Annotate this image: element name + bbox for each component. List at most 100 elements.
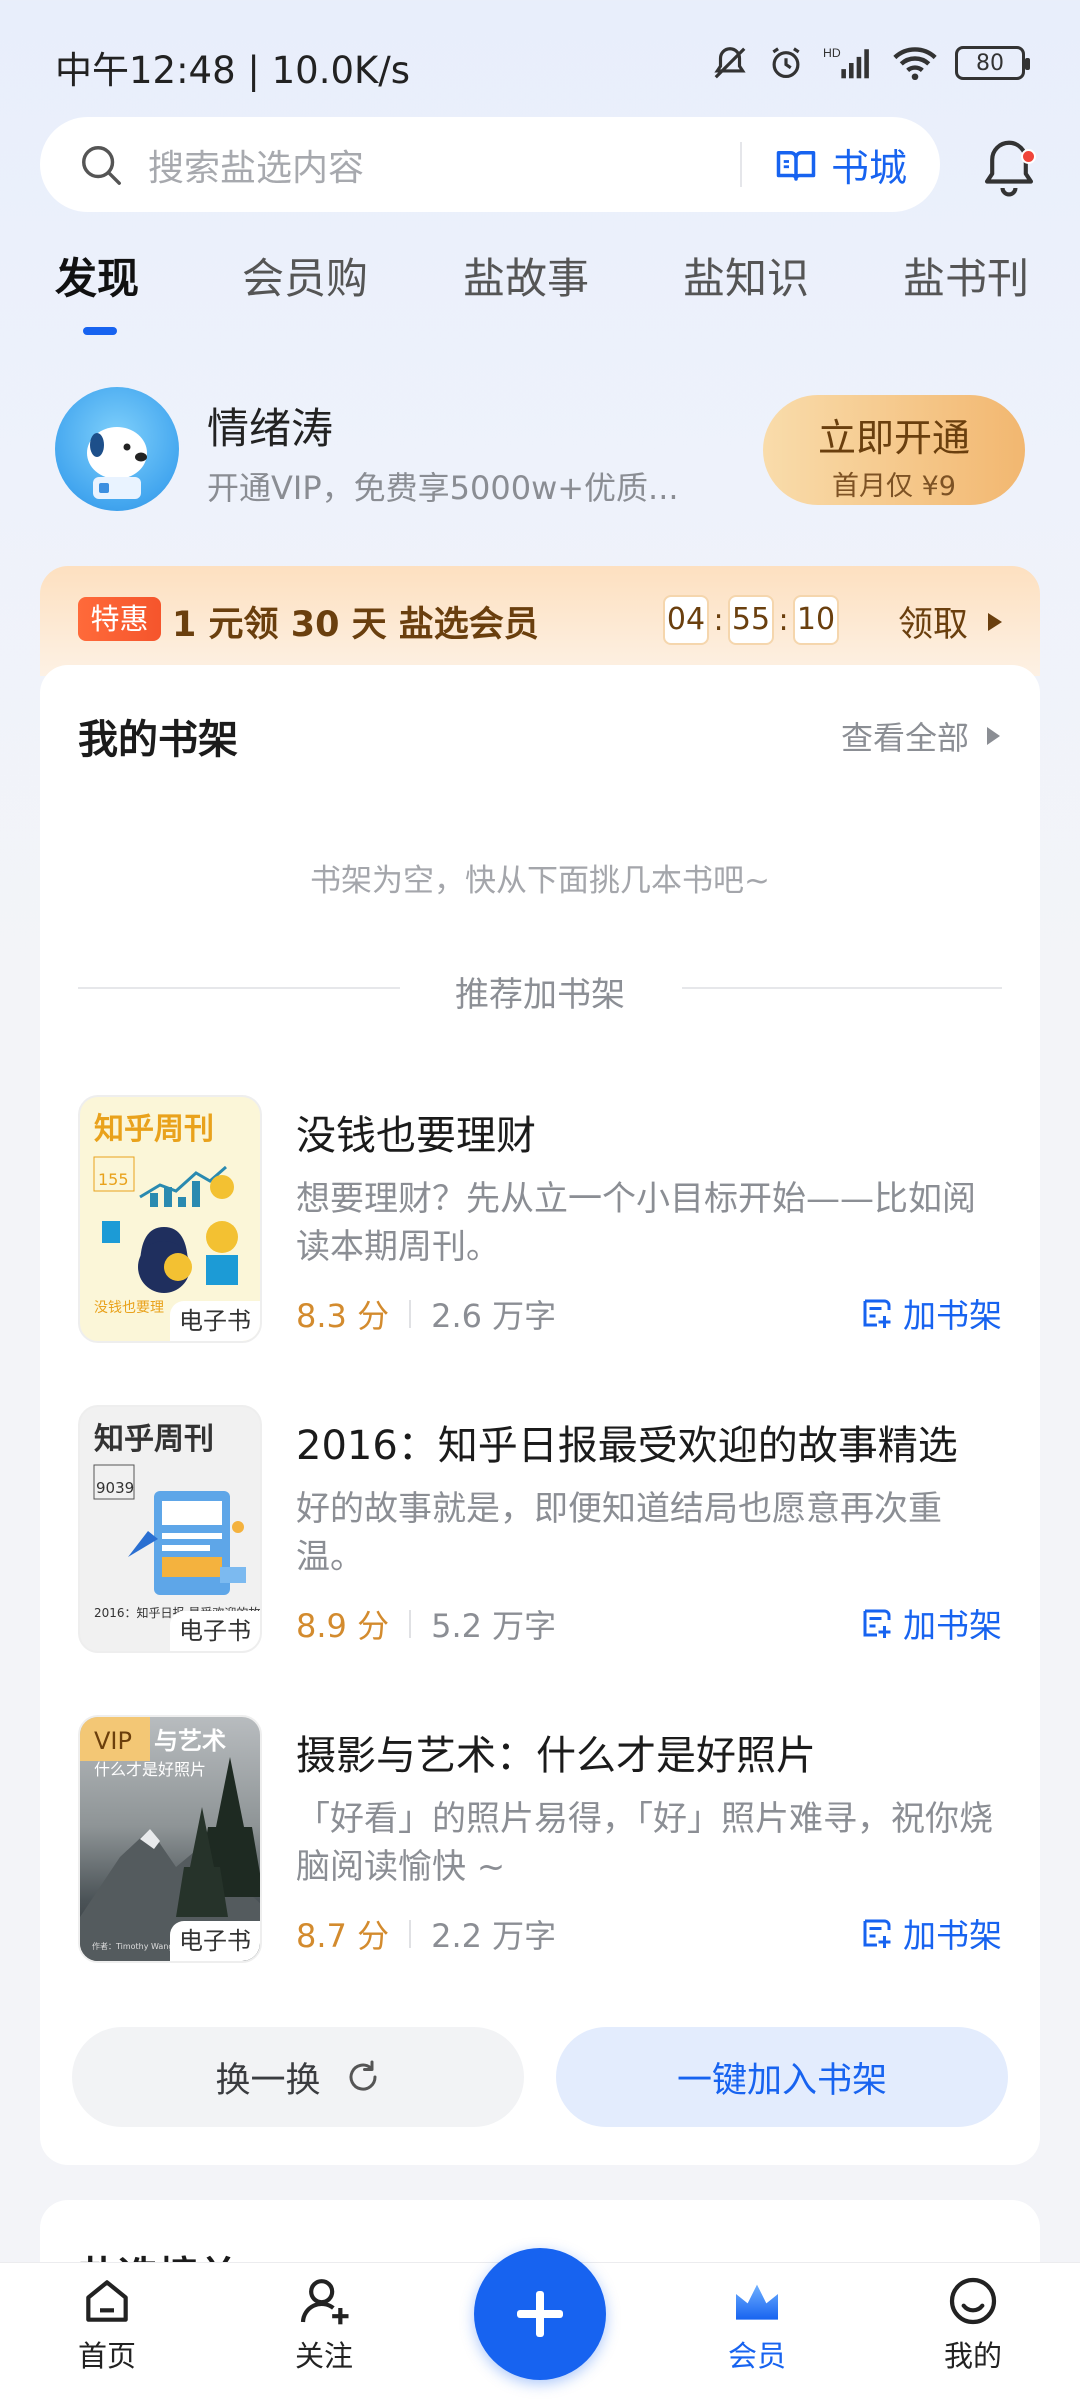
book-item[interactable]: 知乎周刊 155 没钱也要理 电子书 没钱也要理财 想要理财？先从立一个小目标开… [78,1095,1002,1345]
mascot-avatar-icon [87,427,147,499]
tab-periodicals[interactable]: 盐书刊 [903,245,1029,306]
cover-number: 9039 [96,1479,134,1497]
promo-tag: 特惠 [78,597,161,641]
cover-title: 与艺术 [154,1727,226,1755]
book-word-count: 2.2 万字 [431,1917,557,1955]
add-shelf-icon [863,1609,891,1638]
nav-home[interactable]: 首页 [37,2273,177,2375]
play-arrow-icon [988,612,1002,631]
book-title[interactable]: 2016：知乎日报最受欢迎的故事精选 [296,1413,958,1471]
tab-knowledge[interactable]: 盐知识 [683,245,809,306]
cover-title: 知乎周刊 [94,1422,214,1457]
tab-vip-shop[interactable]: 会员购 [242,245,368,306]
vip-promo: 情绪涛 开通VIP，免费享5000w+优质... 立即开通 首月仅 ¥9 [55,385,1025,515]
nav-me[interactable]: 我的 [903,2273,1043,2375]
book-description: 「好看」的照片易得，「好」照片难寻，祝你烧脑阅读愉快 ~ [296,1799,993,1887]
add-all-button[interactable]: 一键加入书架 [556,2027,1008,2127]
profile-face-icon [949,2277,997,2325]
promo-text: 1 元领 30 天 盐选会员 [172,605,539,645]
arrow-right-icon [987,727,1000,745]
follow-user-icon [300,2279,349,2325]
nav-follow[interactable]: 关注 [254,2273,394,2375]
refresh-button[interactable]: 换一换 [72,2027,524,2127]
nav-vip-label: 会员 [727,2339,786,2373]
open-vip-button[interactable]: 立即开通 首月仅 ¥9 [763,395,1025,505]
search-icon [82,145,121,185]
book-title[interactable]: 没钱也要理财 [296,1103,536,1161]
recommend-divider: 推荐加书架 [78,967,1002,1015]
status-time: 中午12:48 | 10.0K/s [55,49,411,92]
add-shelf-icon [863,1919,891,1948]
add-to-shelf-button[interactable]: 加书架 [859,1599,1002,1647]
book-cover[interactable]: 知乎周刊 9039 2016：知乎日报 最受欢迎的故 电子书 [78,1405,262,1653]
refresh-label: 换一换 [215,2060,321,2101]
create-plus-button[interactable] [474,2248,606,2380]
book-score: 8.9 分 [296,1607,390,1645]
open-vip-price: 首月仅 ¥9 [832,471,956,502]
nav-home-label: 首页 [77,2339,136,2373]
book-cover[interactable]: 知乎周刊 155 没钱也要理 电子书 [78,1095,262,1343]
vip-description: 开通VIP，免费享5000w+优质... [207,469,679,507]
nav-vip[interactable]: 会员 [687,2273,827,2375]
book-score: 8.7 分 [296,1917,390,1955]
bookshelf-card: 我的书架 查看全部 书架为空，快从下面挑几本书吧~ 推荐加书架 知乎周刊 155 [40,665,1040,2165]
wifi-icon [893,47,937,81]
tab-discover[interactable]: 发现 [55,245,139,306]
bell-icon [984,140,1034,197]
empty-shelf-text: 书架为空，快从下面挑几本书吧~ [310,863,770,899]
add-to-shelf-button[interactable]: 加书架 [859,1909,1002,1957]
add-shelf-icon [863,1299,891,1328]
cover-subtitle: 什么才是好照片 [94,1760,206,1779]
claim-button[interactable]: 领取 [898,596,1002,647]
book-meta: 8.7 分 2.2 万字 [296,1911,556,1957]
cover-title: 知乎周刊 [94,1112,214,1147]
add-to-shelf-button[interactable]: 加书架 [859,1289,1002,1337]
bookstore-button[interactable]: 书城 [775,117,907,212]
timer-hours: 04 [663,595,709,645]
book-title[interactable]: 摄影与艺术：什么才是好照片 [296,1723,816,1781]
battery-icon: 80 [955,46,1030,80]
book-cover[interactable]: VIP 与艺术 什么才是好照片 作者：Timothy Wang 电子书 [78,1715,262,1963]
nav-follow-label: 关注 [294,2339,353,2373]
timer-minutes: 55 [728,595,774,645]
add-shelf-label: 加书架 [903,1606,1002,1645]
book-meta: 8.3 分 2.6 万字 [296,1291,556,1337]
search-placeholder: 搜索盐选内容 [148,147,365,189]
recommend-label: 推荐加书架 [455,975,625,1015]
book-description: 好的故事就是，即便知道结局也愿意再次重温。 [296,1489,942,1577]
nav-me-label: 我的 [943,2339,1002,2373]
status-bar: 中午12:48 | 10.0K/s HD 80 [0,0,1080,120]
view-all-label: 查看全部 [840,719,969,757]
book-score: 8.3 分 [296,1297,390,1335]
notification-badge [1021,149,1036,164]
book-item[interactable]: 知乎周刊 9039 2016：知乎日报 最受欢迎的故 电子书 2016：知乎日报… [78,1405,1002,1655]
notification-button[interactable] [978,135,1040,197]
battery-level: 80 [976,50,1004,76]
tab-stories[interactable]: 盐故事 [463,245,589,306]
book-description: 想要理财？先从立一个小目标开始——比如阅读本期周刊。 [296,1179,976,1267]
open-book-icon [776,150,816,181]
avatar[interactable] [55,387,179,511]
view-all-button[interactable]: 查看全部 [841,713,1000,759]
add-all-label: 一键加入书架 [676,2060,887,2101]
cover-vip: VIP [94,1727,132,1755]
category-tabs: 发现 会员购 盐故事 盐知识 盐书刊 [0,245,1080,335]
active-tab-indicator [83,327,117,335]
book-item[interactable]: VIP 与艺术 什么才是好照片 作者：Timothy Wang 电子书 摄影与艺… [78,1715,1002,1965]
ebook-badge: 电子书 [170,1301,260,1341]
signal-icon: HD [823,46,869,79]
timer-seconds: 10 [793,595,839,645]
cover-number: 155 [98,1170,129,1189]
search-input[interactable]: 搜索盐选内容 书城 [40,117,940,212]
search-row: 搜索盐选内容 书城 [40,117,1040,212]
claim-label: 领取 [897,605,968,645]
add-shelf-label: 加书架 [903,1916,1002,1955]
home-icon [86,2280,128,2322]
svg-text:HD: HD [823,46,841,60]
ebook-badge: 电子书 [170,1921,260,1961]
vip-crown-icon [736,2284,778,2320]
book-meta: 8.9 分 5.2 万字 [296,1601,556,1647]
status-icons: HD 80 [711,40,1030,86]
promo-banner[interactable]: 特惠 1 元领 30 天 盐选会员 04 : 55 : 10 领取 [40,566,1040,676]
mute-bell-icon [714,47,746,79]
